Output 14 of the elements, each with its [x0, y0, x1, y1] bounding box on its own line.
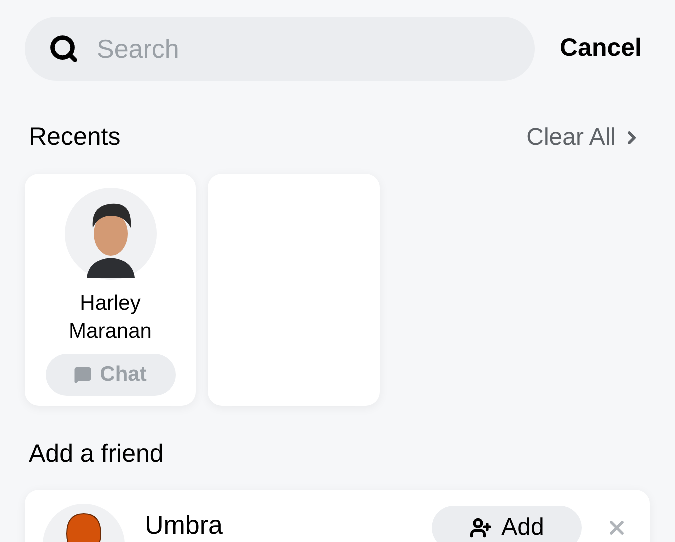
friend-name: Umbra	[145, 509, 224, 542]
add-button[interactable]: Add	[432, 506, 582, 542]
friend-card[interactable]: Harley Maranan Chat	[25, 174, 196, 406]
friend-name: Harley Maranan	[68, 290, 153, 344]
cancel-button[interactable]: Cancel	[560, 30, 642, 68]
avatar-icon	[64, 188, 156, 280]
add-friend-icon	[470, 517, 492, 539]
friend-row[interactable]: Umbra Add	[25, 490, 650, 542]
section-title: Add a friend	[28, 438, 165, 470]
search-field[interactable]: Search	[25, 17, 535, 81]
search-icon	[49, 34, 79, 64]
chat-icon	[74, 366, 92, 384]
section-title: Recents	[29, 122, 121, 153]
clear-all-button[interactable]: Clear All	[526, 120, 646, 156]
